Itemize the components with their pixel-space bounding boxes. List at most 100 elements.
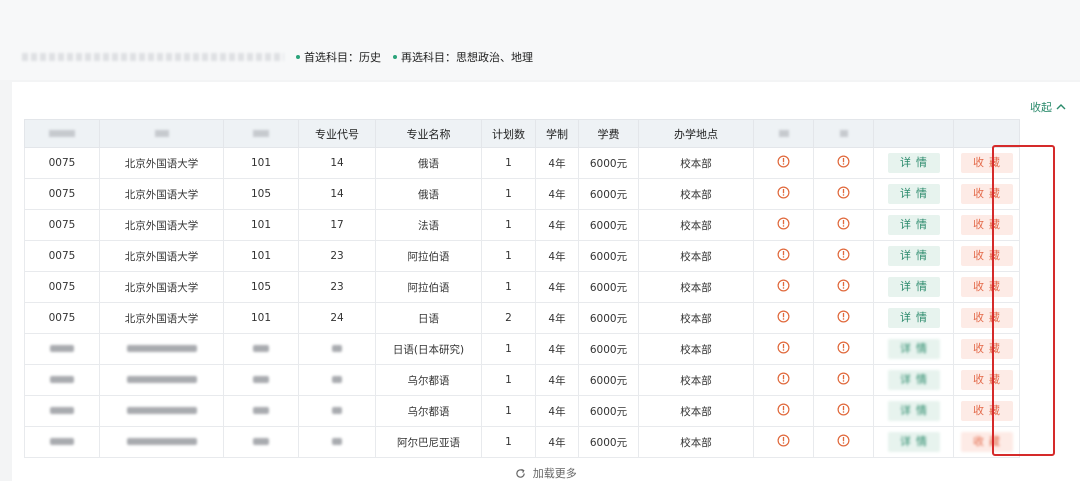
info-circle-icon[interactable] (777, 155, 790, 168)
campus-cell: 校本部 (638, 333, 754, 365)
page: 首选科目：历史 再选科目：思想政治、地理 收起 专业代号 专业名称 计划数 学制… (0, 0, 1080, 481)
school-code-cell: 0075 (24, 147, 100, 179)
table-row: 0075 北京外国语大学 101 17 法语 1 4年 6000元 校本部 详情 收藏 (24, 209, 1020, 241)
fee-cell: 6000元 (578, 147, 639, 179)
campus-cell: 校本部 (638, 178, 754, 210)
favorite-button[interactable]: 收藏 (960, 308, 1013, 328)
info-circle-icon[interactable] (777, 279, 790, 292)
detail-button[interactable]: 详情 (887, 401, 940, 421)
info-circle-icon[interactable] (837, 403, 850, 416)
info-circle-icon[interactable] (777, 217, 790, 230)
detail-button[interactable]: 详情 (887, 277, 940, 297)
school-name-cell: 北京外国语大学 (99, 147, 224, 179)
info-circle-icon[interactable] (837, 155, 850, 168)
info-circle-icon[interactable] (777, 248, 790, 261)
campus-cell: 校本部 (638, 426, 754, 458)
info-cell (753, 271, 814, 303)
detail-cell: 详情 (873, 426, 954, 458)
school-code-cell (24, 364, 100, 396)
plan-count-cell: 1 (481, 240, 536, 272)
years-cell: 4年 (535, 209, 579, 241)
info-circle-icon[interactable] (837, 217, 850, 230)
years-cell: 4年 (535, 271, 579, 303)
group-code-cell: 101 (223, 209, 299, 241)
major-code-cell: 24 (298, 302, 376, 334)
info-cell (753, 302, 814, 334)
group-code-cell: 105 (223, 178, 299, 210)
favorite-button[interactable]: 收藏 (960, 153, 1013, 173)
detail-button[interactable]: 详情 (887, 339, 940, 359)
blurred-value (50, 376, 74, 383)
plan-count-cell: 1 (481, 426, 536, 458)
school-code-cell (24, 395, 100, 427)
school-name-cell (99, 395, 224, 427)
detail-button[interactable]: 详情 (887, 184, 940, 204)
school-code-cell (24, 333, 100, 365)
info-circle-icon[interactable] (837, 310, 850, 323)
blurred-value (253, 345, 269, 352)
detail-cell: 详情 (873, 333, 954, 365)
favorite-button[interactable]: 收藏 (960, 184, 1013, 204)
years-cell: 4年 (535, 240, 579, 272)
info-circle-icon[interactable] (837, 372, 850, 385)
favorite-button[interactable]: 收藏 (960, 339, 1013, 359)
info-circle-icon[interactable] (837, 186, 850, 199)
detail-button[interactable]: 详情 (887, 432, 940, 452)
major-code-cell: 14 (298, 178, 376, 210)
campus-cell: 校本部 (638, 364, 754, 396)
school-code-cell: 0075 (24, 240, 100, 272)
info-circle-icon[interactable] (777, 434, 790, 447)
school-name-cell: 北京外国语大学 (99, 271, 224, 303)
blurred-value (126, 376, 197, 383)
blurred-value (332, 407, 342, 414)
info-circle-icon[interactable] (777, 186, 790, 199)
header-cell-blurred (813, 119, 874, 148)
detail-button[interactable]: 详情 (887, 246, 940, 266)
collapse-toggle[interactable]: 收起 (1030, 99, 1066, 115)
favorite-button[interactable]: 收藏 (960, 401, 1013, 421)
blurred-value (126, 438, 197, 445)
info-cell (813, 302, 874, 334)
detail-button[interactable]: 详情 (887, 370, 940, 390)
results-card: 收起 专业代号 专业名称 计划数 学制 学费 办学地点 0075 北京外国语大学… (12, 82, 1080, 481)
load-more-button[interactable]: 加载更多 (12, 465, 1080, 481)
favorite-cell: 收藏 (953, 209, 1020, 241)
favorite-cell: 收藏 (953, 302, 1020, 334)
detail-cell: 详情 (873, 147, 954, 179)
school-name-cell (99, 364, 224, 396)
info-circle-icon[interactable] (837, 248, 850, 261)
info-circle-icon[interactable] (777, 341, 790, 354)
table-row: 0075 北京外国语大学 105 14 俄语 1 4年 6000元 校本部 详情 收藏 (24, 178, 1020, 210)
detail-button[interactable]: 详情 (887, 215, 940, 235)
major-name-cell: 阿拉伯语 (375, 240, 482, 272)
fee-cell: 6000元 (578, 302, 639, 334)
info-circle-icon[interactable] (837, 434, 850, 447)
info-circle-icon[interactable] (837, 341, 850, 354)
info-circle-icon[interactable] (837, 279, 850, 292)
fee-cell: 6000元 (578, 426, 639, 458)
favorite-button[interactable]: 收藏 (960, 246, 1013, 266)
header-major-name: 专业名称 (375, 119, 482, 148)
table-row: 0075 北京外国语大学 101 24 日语 2 4年 6000元 校本部 详情 收藏 (24, 302, 1020, 334)
detail-button[interactable]: 详情 (887, 308, 940, 328)
group-code-cell: 101 (223, 147, 299, 179)
table-row: 0075 北京外国语大学 101 14 俄语 1 4年 6000元 校本部 详情 收藏 (24, 147, 1020, 179)
chevron-up-icon (1056, 104, 1066, 110)
info-circle-icon[interactable] (777, 310, 790, 323)
favorite-button[interactable]: 收藏 (960, 432, 1013, 452)
blurred-value (332, 438, 342, 445)
favorite-button[interactable]: 收藏 (960, 370, 1013, 390)
favorite-button[interactable]: 收藏 (960, 277, 1013, 297)
detail-button[interactable]: 详情 (887, 153, 940, 173)
table-body: 0075 北京外国语大学 101 14 俄语 1 4年 6000元 校本部 详情 收藏 0075 北京外… (24, 147, 1020, 458)
majors-table: 专业代号 专业名称 计划数 学制 学费 办学地点 0075 北京外国语大学 101 1… (24, 119, 1020, 458)
info-cell (813, 426, 874, 458)
load-more-label: 加载更多 (532, 467, 577, 480)
info-circle-icon[interactable] (777, 403, 790, 416)
years-cell: 4年 (535, 364, 579, 396)
info-cell (753, 240, 814, 272)
info-circle-icon[interactable] (777, 372, 790, 385)
campus-cell: 校本部 (638, 271, 754, 303)
major-name-cell: 阿尔巴尼亚语 (375, 426, 482, 458)
favorite-button[interactable]: 收藏 (960, 215, 1013, 235)
